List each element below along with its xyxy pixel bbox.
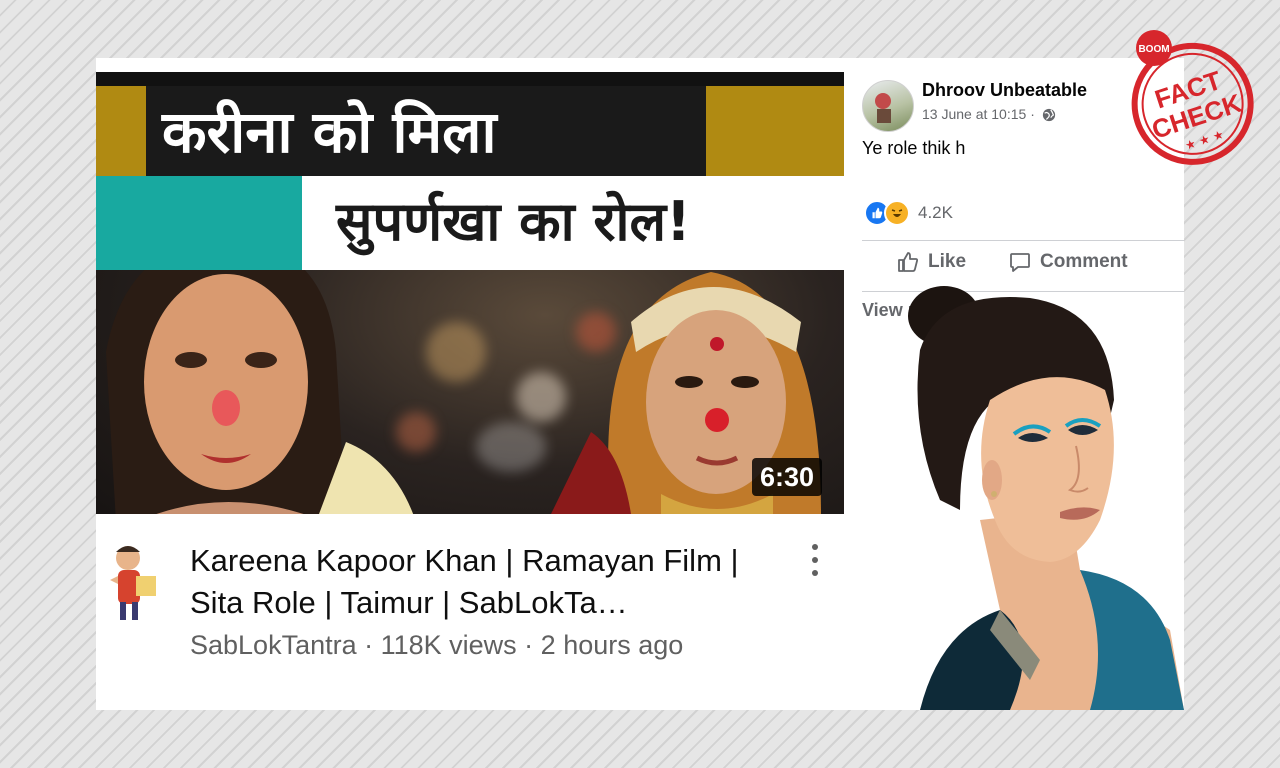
author-name[interactable]: Dhroov Unbeatable	[922, 80, 1087, 101]
thumbs-up-icon	[898, 252, 919, 272]
reaction-count: 4.2K	[918, 203, 953, 222]
headline-banner-2: सुपर्णखा का रोल!	[96, 176, 844, 270]
channel-avatar[interactable]	[100, 536, 166, 622]
video-meta: SabLokTantra · 118K views · 2 hours ago	[190, 630, 684, 660]
comment-bubble-icon	[1010, 253, 1030, 272]
like-button[interactable]: Like	[896, 250, 966, 274]
comment-button[interactable]: Comment	[1008, 250, 1128, 274]
headline-line-2: सुपर्णखा का रोल!	[336, 190, 691, 253]
like-label: Like	[928, 251, 967, 272]
haha-reaction-icon	[884, 200, 910, 226]
thumbnail-top-band	[96, 72, 844, 86]
kareena-portrait-image	[908, 286, 1184, 710]
post-timestamp-text: 13 June at 10:15 ·	[922, 106, 1035, 122]
boom-logo-text: BOOM	[1138, 44, 1169, 55]
fact-check-stamp: FACT CHECK ★ ★ ★ BOOM	[1131, 30, 1254, 165]
headline-line-1: करीना को मिला	[162, 98, 497, 166]
kebab-menu-icon[interactable]	[804, 544, 826, 576]
globe-icon	[1042, 109, 1055, 122]
headline-banner-1: करीना को मिला	[96, 86, 844, 178]
author-avatar[interactable]	[862, 80, 914, 132]
video-duration-badge: 6:30	[752, 458, 823, 496]
video-title[interactable]: Kareena Kapoor Khan | Ramayan Film | Sit…	[190, 540, 780, 624]
reactions-summary[interactable]: 4.2K	[864, 200, 953, 226]
bokeh-light	[426, 322, 486, 382]
divider-top	[862, 240, 1184, 241]
video-thumbnail[interactable]: करीना को मिला सुपर्णखा का रोल!	[96, 72, 844, 514]
comment-label: Comment	[1040, 251, 1128, 272]
bokeh-light	[476, 422, 546, 472]
left-portrait-image	[106, 238, 414, 514]
post-timestamp[interactable]: 13 June at 10:15 ·	[922, 106, 1056, 122]
post-text: Ye role thik h	[862, 138, 966, 158]
